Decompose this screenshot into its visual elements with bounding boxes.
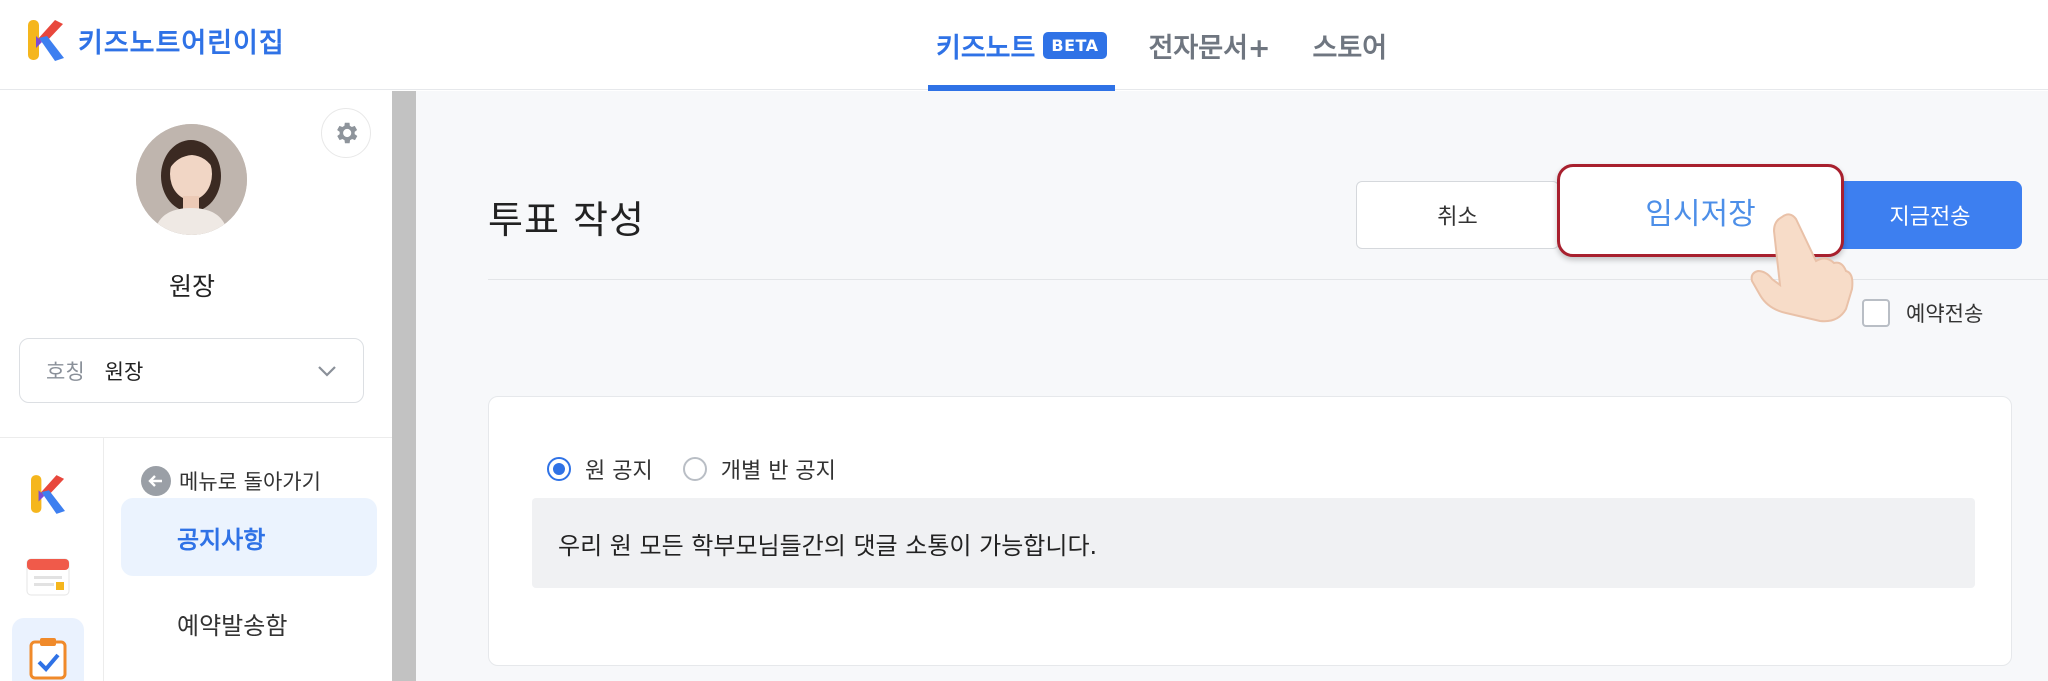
reserve-send-label: 예약전송: [1906, 302, 1984, 326]
chevron-down-icon: [318, 365, 336, 377]
notice-info-box: 우리 원 모든 학부모님들간의 댓글 소통이 가능합니다.: [532, 498, 1975, 588]
tab-kidsnote[interactable]: 키즈노트 BETA: [928, 0, 1115, 91]
back-to-menu-link[interactable]: 메뉴로 돌아가기: [141, 466, 321, 496]
reserve-send-checkbox[interactable]: [1862, 299, 1890, 327]
cancel-button-label: 취소: [1437, 205, 1478, 230]
menu-item-scheduled-label: 예약발송함: [177, 611, 288, 640]
main-nav: 키즈노트 BETA 전자문서+ 스토어: [928, 0, 1421, 91]
radio-all-notice[interactable]: [547, 457, 571, 481]
brand-name: 키즈노트어린이집: [78, 27, 285, 59]
app-rail: [0, 438, 104, 681]
notice-scope-radios: 원 공지 개별 반 공지: [547, 453, 866, 485]
menu-item-scheduled[interactable]: 예약발송함: [121, 584, 377, 662]
kidsnote-logo-icon: [28, 20, 64, 61]
tab-store-label: 스토어: [1312, 32, 1388, 64]
pointing-hand-icon: [1750, 213, 1854, 323]
tab-kidsnote-label: 키즈노트: [936, 32, 1036, 64]
rail-item-vote[interactable]: [12, 618, 84, 681]
tab-store[interactable]: 스토어: [1305, 0, 1396, 90]
rail-item-home[interactable]: [12, 464, 84, 524]
rail-item-calendar[interactable]: [12, 546, 84, 606]
page-title: 투표 작성: [488, 198, 645, 242]
radio-class-notice-label: 개별 반 공지: [720, 459, 836, 484]
submenu: 메뉴로 돌아가기 공지사항 예약발송함: [105, 438, 392, 681]
compose-card: 원 공지 개별 반 공지 우리 원 모든 학부모님들간의 댓글 소통이 가능합니…: [488, 396, 2012, 666]
beta-badge: BETA: [1043, 31, 1107, 59]
notice-info-text: 우리 원 모든 학부모님들간의 댓글 소통이 가능합니다.: [558, 531, 1098, 560]
send-now-button-label: 지금전송: [1889, 205, 1971, 230]
profile-name: 원장: [168, 272, 215, 301]
kidsnote-logo-icon: [31, 475, 65, 514]
title-select-label: 호칭: [46, 359, 85, 384]
top-header: 키즈노트어린이집 키즈노트 BETA 전자문서+ 스토어: [0, 0, 2048, 91]
arrow-left-icon: [141, 466, 171, 496]
sidebar: 원장 호칭 원장 메뉴로 돌아가기 공지사항 예약발송함: [0, 91, 392, 681]
brand[interactable]: 키즈노트어린이집: [28, 18, 285, 62]
back-to-menu-label: 메뉴로 돌아가기: [179, 470, 321, 494]
radio-class-notice[interactable]: [682, 457, 707, 481]
menu-item-notice-label: 공지사항: [177, 525, 266, 554]
radio-dot: [553, 463, 565, 475]
calendar-icon: [26, 558, 70, 596]
clipboard-check-icon: [29, 638, 67, 680]
gear-icon: [337, 122, 358, 144]
save-draft-button-label: 임시저장: [1645, 196, 1756, 232]
settings-button[interactable]: [321, 108, 371, 158]
cancel-button[interactable]: 취소: [1356, 181, 1559, 249]
sidebar-scrollbar[interactable]: [392, 91, 416, 681]
reserve-send-option[interactable]: 예약전송: [1862, 298, 1983, 328]
menu-item-notice[interactable]: 공지사항: [121, 498, 377, 576]
tab-e-documents[interactable]: 전자문서+: [1141, 0, 1279, 90]
radio-all-notice-label: 원 공지: [585, 459, 653, 484]
tab-e-documents-label: 전자문서+: [1148, 32, 1271, 64]
send-now-button[interactable]: 지금전송: [1828, 181, 2022, 249]
profile-photo: [136, 124, 247, 235]
title-select-value: 원장: [104, 359, 144, 384]
title-select[interactable]: 호칭 원장: [19, 338, 364, 403]
main-content: 투표 작성 취소 지금전송 임시저장 예약전송 원 공지 개별 반 공지 우리 …: [416, 91, 2048, 681]
avatar[interactable]: [136, 124, 247, 235]
